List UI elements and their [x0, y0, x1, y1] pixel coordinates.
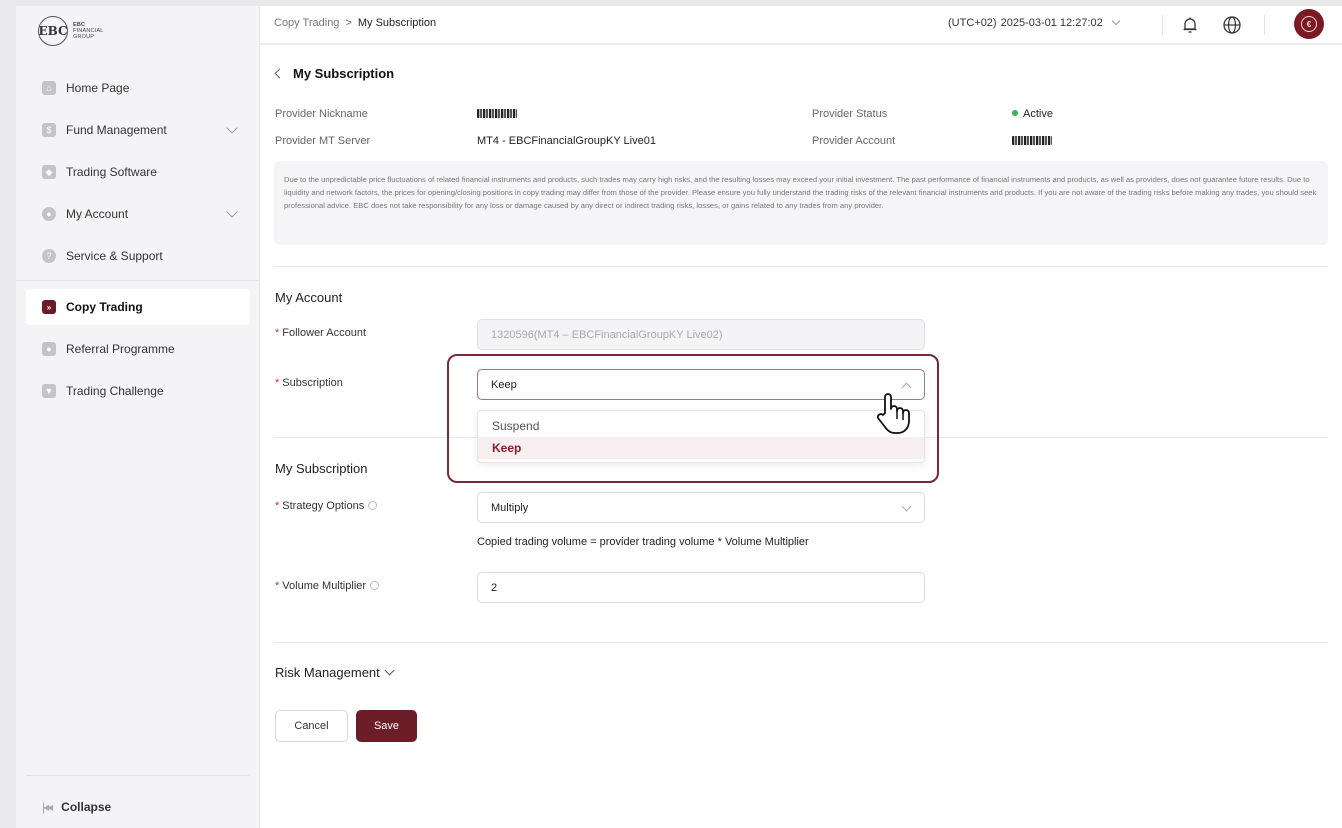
follower-account-label: * Follower Account: [275, 327, 367, 339]
sidebar-item-home[interactable]: ⌂ Home Page: [26, 70, 250, 106]
software-icon: ◆: [42, 165, 56, 179]
divider: [1162, 15, 1163, 35]
provider-status-value: Active: [1012, 108, 1053, 120]
fund-icon: $: [42, 123, 56, 137]
ebc-logo[interactable]: EBC EBC FINANCIAL GROUP: [38, 16, 104, 46]
chevron-down-icon: [226, 206, 238, 218]
info-icon[interactable]: [368, 501, 378, 510]
timezone-selector[interactable]: (UTC+02) 2025-03-01 12:27:02: [948, 16, 1120, 29]
provider-nickname-label: Provider Nickname: [275, 108, 368, 120]
collapse-button[interactable]: |◂◂ Collapse: [42, 800, 111, 814]
collapse-label: Collapse: [61, 800, 112, 814]
breadcrumb-parent[interactable]: Copy Trading: [274, 17, 339, 29]
breadcrumb-separator-icon: >: [345, 17, 352, 29]
support-icon: ?: [42, 249, 56, 263]
cancel-button[interactable]: Cancel: [275, 710, 348, 742]
subscription-label: * Subscription: [275, 377, 343, 389]
avatar[interactable]: €: [1294, 9, 1324, 39]
back-arrow-icon[interactable]: [274, 68, 285, 79]
divider: [274, 642, 1328, 643]
breadcrumb-current: My Subscription: [357, 17, 437, 29]
volume-multiplier-input[interactable]: 2: [477, 572, 925, 603]
sidebar-item-label: Service & Support: [66, 249, 163, 263]
breadcrumb: Copy Trading > My Subscription: [274, 17, 436, 29]
risk-management-label: Risk Management: [275, 665, 380, 680]
volume-multiplier-label: * Volume Multiplier: [275, 580, 380, 592]
sidebar-item-trading-software[interactable]: ◆ Trading Software: [26, 154, 250, 190]
strategy-selected-value: Multiply: [491, 501, 529, 514]
sidebar-item-my-account[interactable]: ● My Account: [26, 196, 250, 232]
chevron-down-icon: [384, 665, 395, 676]
volume-helper-text: Copied trading volume = provider trading…: [477, 536, 809, 548]
hand-cursor-icon: [876, 393, 910, 434]
collapse-divider: [26, 775, 249, 776]
avatar-logo-icon: €: [1301, 16, 1317, 32]
risk-disclaimer: Due to the unpredictable price fluctuati…: [274, 161, 1328, 245]
home-icon: ⌂: [42, 81, 56, 95]
strategy-options-label: * Strategy Options: [275, 500, 378, 512]
bell-icon[interactable]: [1180, 15, 1200, 35]
account-icon: ●: [42, 207, 56, 221]
provider-server-label: Provider MT Server: [275, 135, 371, 147]
logo-mark: EBC: [38, 16, 68, 46]
collapse-icon: |◂◂: [42, 800, 53, 814]
my-account-section-title: My Account: [275, 290, 343, 305]
sidebar-item-fund-management[interactable]: $ Fund Management: [26, 112, 250, 148]
main-content: My Subscription Provider Nickname Provid…: [260, 45, 1342, 828]
sidebar-item-label: Home Page: [66, 81, 130, 95]
sidebar-item-service-support[interactable]: ? Service & Support: [26, 238, 250, 274]
highlight-annotation: [447, 354, 939, 483]
chevron-down-icon: [226, 122, 238, 134]
status-dot-icon: [1012, 110, 1018, 116]
sidebar-item-referral[interactable]: ● Referral Programme: [26, 331, 250, 367]
chevron-down-icon: [901, 501, 912, 512]
provider-server-value: MT4 - EBCFinancialGroupKY Live01: [477, 135, 656, 147]
top-bar: Copy Trading > My Subscription (UTC+02) …: [260, 6, 1342, 44]
chevron-down-icon: [1111, 16, 1120, 26]
sidebar-item-trading-challenge[interactable]: ▼ Trading Challenge: [26, 373, 250, 409]
divider: [274, 266, 1328, 267]
copy-trading-icon: »: [42, 300, 56, 314]
timezone-label: (UTC+02): [948, 17, 997, 29]
divider: [1264, 15, 1265, 35]
page-title-text: My Subscription: [293, 66, 395, 81]
provider-nickname-masked: [477, 109, 517, 121]
sidebar-item-label: Referral Programme: [66, 342, 175, 356]
sidebar-nav: ⌂ Home Page $ Fund Management ◆ Trading …: [16, 70, 260, 415]
risk-management-toggle[interactable]: Risk Management: [275, 665, 395, 680]
info-icon[interactable]: [370, 581, 380, 590]
sidebar: EBC EBC FINANCIAL GROUP ⌂ Home Page $ Fund…: [16, 6, 260, 828]
sidebar-item-label: Copy Trading: [66, 300, 143, 314]
trophy-icon: ▼: [42, 384, 56, 398]
my-subscription-section-title: My Subscription: [275, 461, 368, 476]
sidebar-item-label: Trading Software: [66, 165, 157, 179]
provider-account-masked: [1012, 136, 1052, 148]
globe-icon[interactable]: [1222, 15, 1242, 35]
referral-icon: ●: [42, 342, 56, 356]
sidebar-item-label: Trading Challenge: [66, 384, 164, 398]
sidebar-item-label: Fund Management: [66, 123, 167, 137]
provider-account-label: Provider Account: [812, 135, 896, 147]
strategy-options-select[interactable]: Multiply: [477, 492, 925, 523]
sidebar-item-label: My Account: [66, 207, 129, 221]
logo-text: EBC FINANCIAL GROUP: [73, 22, 104, 40]
page-title: My Subscription: [274, 66, 395, 81]
follower-account-field: 1320596(MT4 – EBCFinancialGroupKY Live02…: [477, 319, 925, 350]
nav-divider: [16, 280, 260, 281]
save-button[interactable]: Save: [356, 710, 417, 742]
sidebar-item-copy-trading[interactable]: » Copy Trading: [26, 289, 250, 325]
provider-status-label: Provider Status: [812, 108, 888, 120]
datetime-label: 2025-03-01 12:27:02: [1000, 17, 1103, 29]
